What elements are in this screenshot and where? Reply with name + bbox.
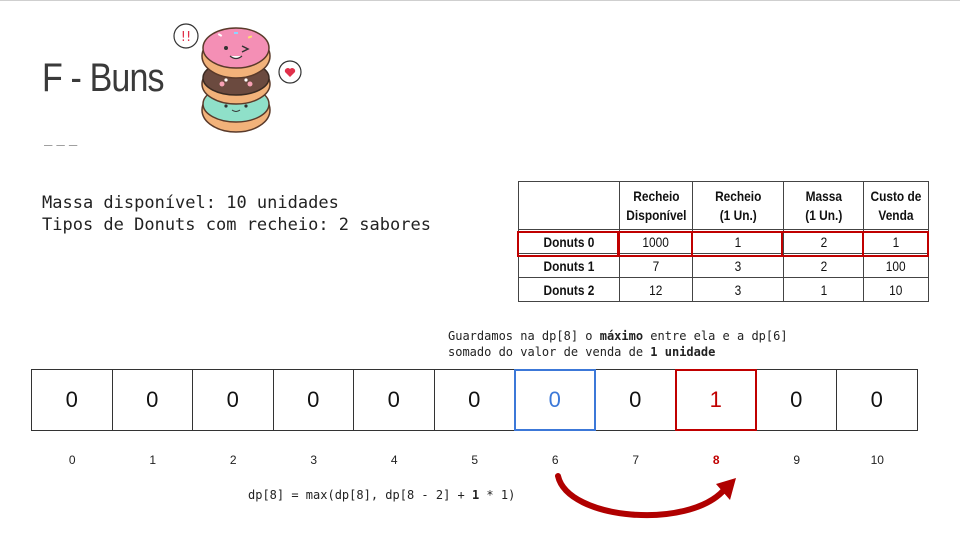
- problem-info: Massa disponível: 10 unidades Tipos de D…: [42, 192, 431, 236]
- table-cell: 10: [863, 277, 929, 302]
- dp-index-4: 4: [390, 453, 398, 467]
- dp-cell-8-target: 1: [675, 369, 757, 431]
- dp-index-10: 10: [870, 453, 884, 467]
- table-cell: 3: [692, 277, 784, 302]
- recurrence-formula: dp[8] = max(dp[8], dp[8 - 2] + 1 * 1): [248, 488, 516, 502]
- dp-cell-1: 0: [111, 369, 193, 431]
- dp-index-0: 0: [68, 453, 76, 467]
- dp-array: 0 0 0 0 0 0 0 0 1 0 0: [31, 369, 918, 431]
- table-cell: 100: [863, 253, 929, 278]
- dp-indices: 0 1 2 3 4 5 6 7 8 9 10: [32, 453, 918, 467]
- dp-index-5: 5: [471, 453, 479, 467]
- title-underline: ___: [44, 130, 82, 146]
- table-header-recheio-unidade: Recheio (1 Un.): [692, 181, 784, 230]
- table-row: Donuts 1 7 3 2 100: [518, 253, 929, 278]
- table-header-massa-unidade: Massa (1 Un.): [783, 181, 864, 230]
- dp-index-6: 6: [551, 453, 559, 467]
- table-cell: 7: [619, 253, 693, 278]
- table-cell: 1: [783, 277, 864, 302]
- dp-index-3: 3: [310, 453, 318, 467]
- dp-index-1: 1: [149, 453, 157, 467]
- dp-cell-3: 0: [272, 369, 354, 431]
- svg-text:!!: !!: [181, 30, 191, 45]
- dp-cell-5: 0: [433, 369, 515, 431]
- table-row-label: Donuts 2: [518, 277, 620, 302]
- table-cell: 3: [692, 253, 784, 278]
- donut-stack-illustration: !!: [173, 23, 302, 133]
- highlight-cell-divider-1: [691, 231, 783, 257]
- page-title: F - Buns: [42, 56, 165, 100]
- dp-cell-7: 0: [594, 369, 676, 431]
- table-cell: 12: [619, 277, 693, 302]
- dp-cell-9: 0: [755, 369, 837, 431]
- table-header-row: Recheio Disponível Recheio (1 Un.) Massa (1…: [518, 181, 929, 230]
- highlight-cell-divider-2: [862, 231, 929, 257]
- dp-cell-2: 0: [192, 369, 274, 431]
- dp-cell-10: 0: [836, 369, 918, 431]
- explanation-note: Guardamos na dp[8] o máximo entre ela e …: [448, 329, 788, 359]
- dp-cell-6-source: 0: [514, 369, 596, 431]
- info-line-2: Tipos de Donuts com recheio: 2 sabores: [42, 215, 431, 235]
- table-row-label: Donuts 1: [518, 253, 620, 278]
- dp-index-8: 8: [712, 453, 720, 467]
- dp-cell-0: 0: [31, 369, 113, 431]
- info-line-1: Massa disponível: 10 unidades: [42, 193, 339, 213]
- top-border-line: [0, 0, 960, 1]
- dp-index-9: 9: [793, 453, 801, 467]
- transition-arrow-icon: [555, 473, 736, 519]
- table-cell: 2: [783, 253, 864, 278]
- dp-index-2: 2: [229, 453, 237, 467]
- dp-cell-4: 0: [353, 369, 435, 431]
- table-row: Donuts 2 12 3 1 10: [518, 277, 929, 302]
- highlight-row-donuts-0-label: [517, 231, 619, 257]
- table-header-custo-venda: Custo de Venda: [863, 181, 929, 230]
- table-header-blank: [518, 181, 620, 230]
- dp-index-7: 7: [632, 453, 640, 467]
- table-header-recheio-disponivel: Recheio Disponível: [619, 181, 693, 230]
